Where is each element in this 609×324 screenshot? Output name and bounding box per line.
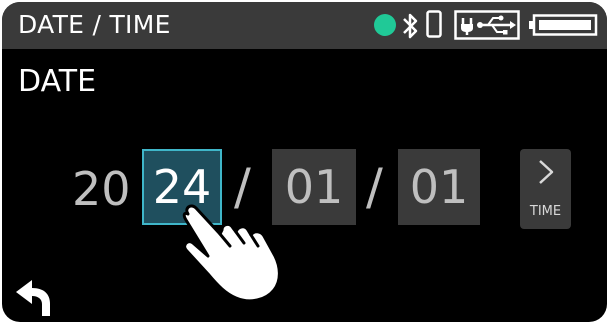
battery-icon bbox=[529, 14, 598, 36]
status-dot-icon bbox=[374, 14, 396, 36]
usb-icon bbox=[454, 10, 520, 40]
chevron-right-icon bbox=[539, 160, 554, 184]
hand-pointer-icon bbox=[182, 204, 282, 307]
bluetooth-icon bbox=[403, 13, 418, 39]
header-bar: DATE / TIME bbox=[2, 2, 607, 49]
back-arrow-icon[interactable] bbox=[10, 274, 58, 318]
device-screen: DATE / TIME DATE 20 24 / 01 / 01 TIME bbox=[2, 2, 607, 322]
year-prefix: 20 bbox=[72, 162, 131, 216]
page-title: DATE / TIME bbox=[18, 10, 171, 39]
day-field[interactable]: 01 bbox=[398, 149, 480, 225]
section-label-date: DATE bbox=[18, 64, 97, 99]
next-time-button[interactable]: TIME bbox=[520, 149, 571, 229]
phone-icon bbox=[426, 10, 442, 38]
date-separator: / bbox=[366, 158, 383, 216]
next-button-label: TIME bbox=[529, 204, 562, 219]
